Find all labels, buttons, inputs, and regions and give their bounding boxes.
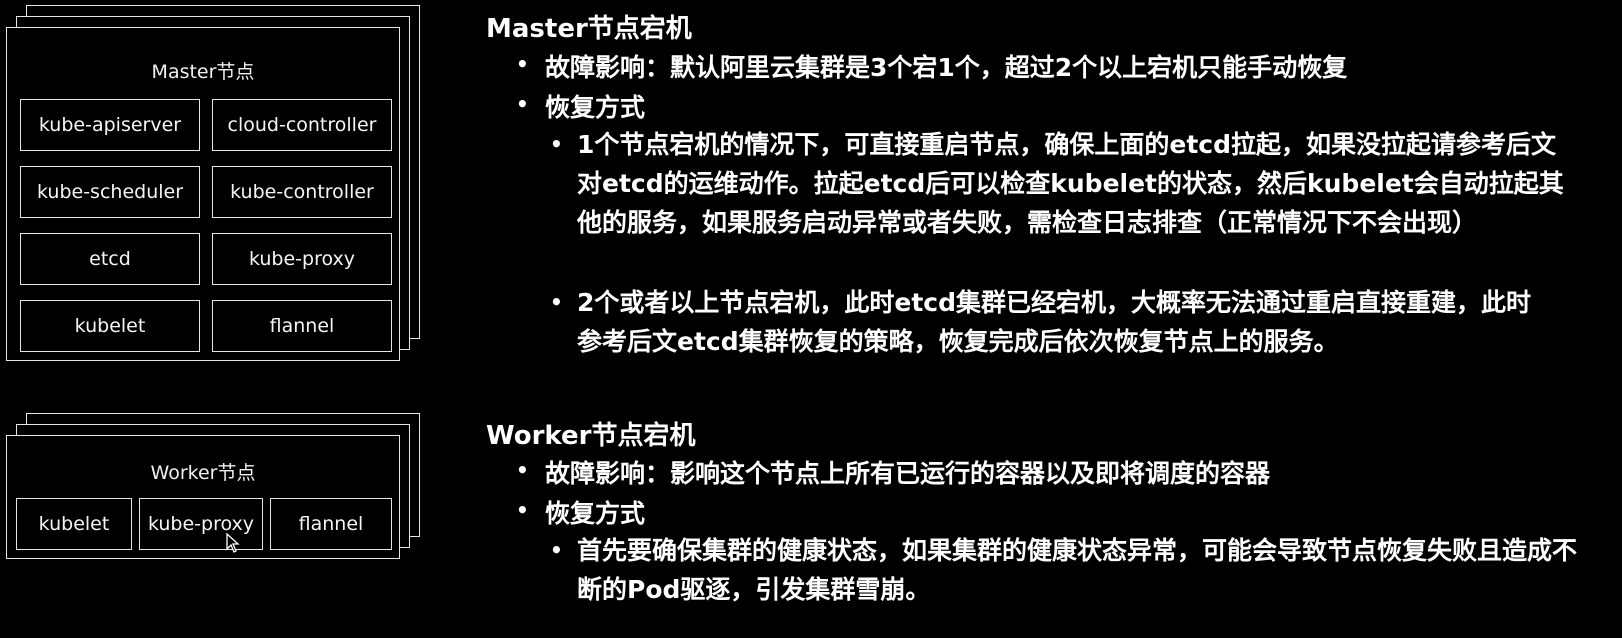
bullet-dot: • xyxy=(550,132,563,156)
master-node-title: Master节点 xyxy=(151,61,255,83)
component-cloud-controller: cloud-controller xyxy=(212,99,392,151)
worker-component-flannel: flannel xyxy=(270,498,392,550)
worker-node-title: Worker节点 xyxy=(150,462,256,484)
component-etcd: etcd xyxy=(20,233,200,285)
component-kube-controller: kube-controller xyxy=(212,166,392,218)
worker-component-kubelet: kubelet xyxy=(16,498,132,550)
component-kube-apiserver: kube-apiserver xyxy=(20,99,200,151)
master-recovery-item-1: 1个节点宕机的情况下，可直接重启节点，确保上面的etcd拉起，如果没拉起请参考后… xyxy=(577,130,1564,237)
worker-recovery-item-1: 首先要确保集群的健康状态，如果集群的健康状态异常，可能会导致节点恢复失败且造成不… xyxy=(577,536,1578,604)
bullet-dot: • xyxy=(550,538,563,562)
bullet-dot: • xyxy=(550,290,563,314)
master-heading: Master节点宕机 xyxy=(486,14,692,44)
master-impact: 故障影响：默认阿里云集群是3个宕1个，超过2个以上宕机只能手动恢复 xyxy=(545,53,1348,82)
component-kube-scheduler: kube-scheduler xyxy=(20,166,200,218)
component-kube-proxy: kube-proxy xyxy=(212,233,392,285)
master-recovery-label: 恢复方式 xyxy=(545,93,646,122)
mouse-pointer-icon xyxy=(226,533,240,553)
component-kubelet: kubelet xyxy=(20,300,200,352)
worker-component-kube-proxy: kube-proxy xyxy=(139,498,263,550)
bullet-dot: • xyxy=(516,458,529,482)
bullet-dot: • xyxy=(516,92,529,116)
bullet-dot: • xyxy=(516,52,529,76)
master-recovery-item-2: 2个或者以上节点宕机，此时etcd集群已经宕机，大概率无法通过重启直接重建，此时… xyxy=(577,288,1532,356)
worker-heading: Worker节点宕机 xyxy=(486,421,696,451)
worker-impact: 故障影响：影响这个节点上所有已运行的容器以及即将调度的容器 xyxy=(545,459,1271,488)
bullet-dot: • xyxy=(516,498,529,522)
component-flannel: flannel xyxy=(212,300,392,352)
worker-recovery-label: 恢复方式 xyxy=(545,499,646,528)
